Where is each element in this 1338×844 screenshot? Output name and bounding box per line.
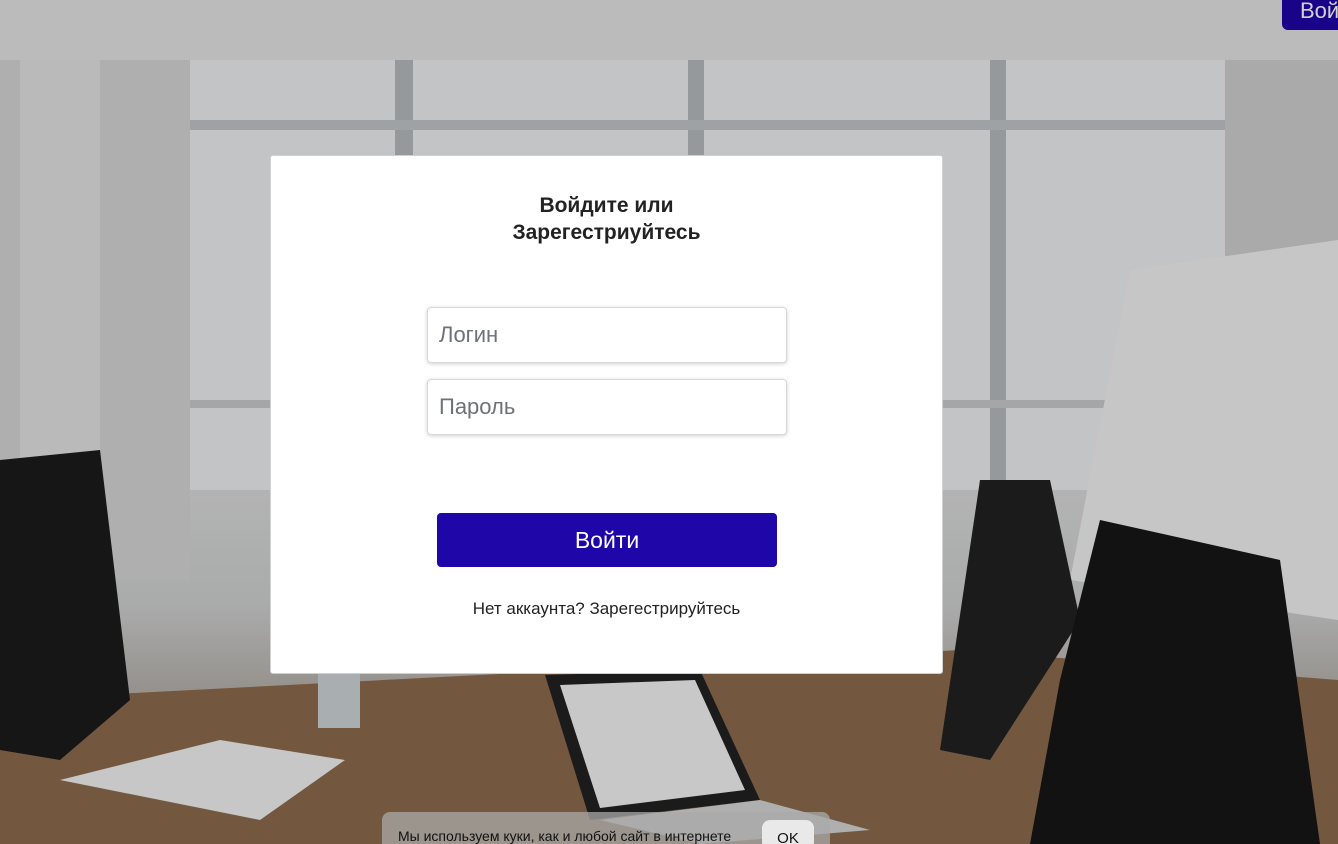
- login-input[interactable]: [427, 307, 787, 363]
- page: Вой Войдите или Зарегестриуйтесь Логин В…: [0, 0, 1338, 844]
- modal-title: Войдите или Зарегестриуйтесь: [271, 192, 942, 246]
- login-submit-button[interactable]: Войти: [437, 513, 777, 567]
- register-prompt: Нет аккаунта? Зарегестрируйтесь: [271, 599, 942, 619]
- modal-title-line-2: Зарегестриуйтесь: [512, 221, 701, 244]
- register-link[interactable]: Нет аккаунта? Зарегестрируйтесь: [473, 599, 741, 618]
- modal-title-line-1: Войдите или: [539, 194, 674, 217]
- cookie-accept-button[interactable]: OK: [762, 820, 814, 844]
- password-input[interactable]: [427, 379, 787, 435]
- cookie-banner-text: Мы используем куки, как и любой сайт в и…: [398, 828, 732, 844]
- login-modal: Войдите или Зарегестриуйтесь Войти Нет а…: [270, 155, 943, 674]
- cookie-banner: Мы используем куки, как и любой сайт в и…: [382, 812, 830, 844]
